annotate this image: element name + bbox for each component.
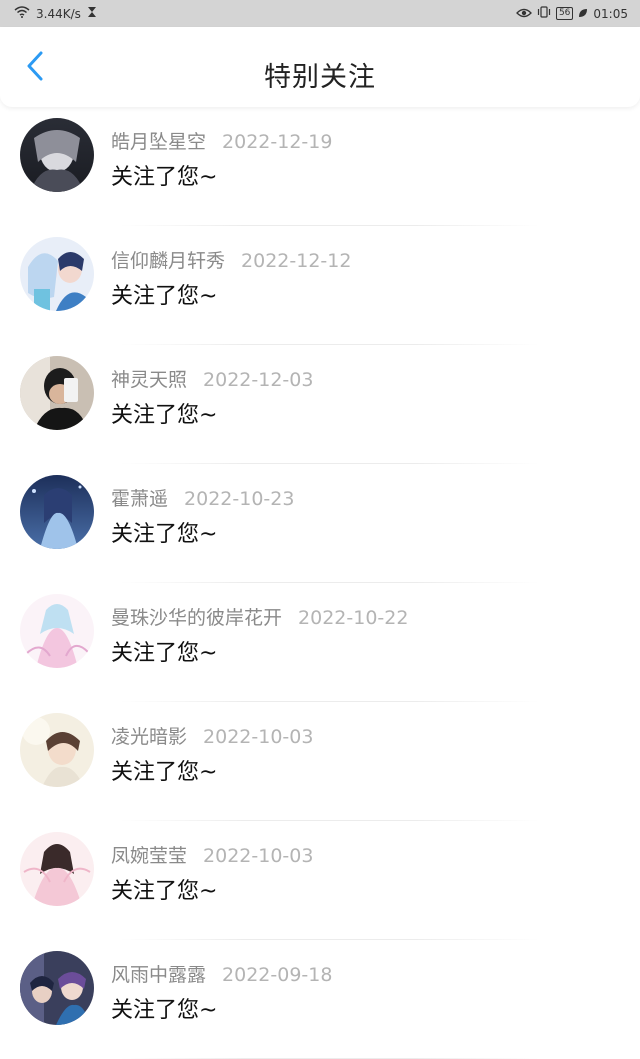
list-item[interactable]: 凤婉莹莹 2022-10-03 关注了您~: [0, 821, 640, 940]
vibrate-icon: [537, 6, 551, 21]
user-name[interactable]: 凤婉莹莹: [111, 845, 187, 867]
follow-message: 关注了您~: [111, 403, 218, 428]
follow-date: 2022-10-03: [203, 726, 314, 748]
follow-message: 关注了您~: [111, 879, 218, 904]
top-app-bar: 特别关注: [0, 27, 640, 107]
user-name[interactable]: 信仰麟月轩秀: [111, 250, 225, 272]
follow-message: 关注了您~: [111, 998, 218, 1023]
list-item[interactable]: 神灵天照 2022-12-03 关注了您~: [0, 345, 640, 464]
leaf-icon: [578, 7, 588, 21]
hourglass-icon: [87, 6, 97, 21]
list-item-name-line: 凌光暗影 2022-10-03: [111, 722, 313, 749]
avatar[interactable]: [20, 118, 94, 192]
list-item[interactable]: 信仰麟月轩秀 2022-12-12 关注了您~: [0, 226, 640, 345]
list-item-name-line: 曼珠沙华的彼岸花开 2022-10-22: [111, 603, 408, 630]
user-name[interactable]: 霍萧遥: [111, 488, 168, 510]
follow-date: 2022-12-19: [222, 131, 333, 153]
follow-date: 2022-09-18: [222, 964, 333, 986]
list-item-name-line: 信仰麟月轩秀 2022-12-12: [111, 246, 351, 273]
avatar[interactable]: [20, 832, 94, 906]
follow-message: 关注了您~: [111, 165, 218, 190]
list-item[interactable]: 风雨中露露 2022-09-18 关注了您~: [0, 940, 640, 1059]
wifi-icon: [14, 6, 30, 21]
follow-date: 2022-10-22: [298, 607, 409, 629]
follow-message: 关注了您~: [111, 641, 218, 666]
user-name[interactable]: 曼珠沙华的彼岸花开: [111, 607, 282, 629]
status-bar: 3.44K/s 56 01:05: [0, 0, 640, 27]
list-item-name-line: 皓月坠星空 2022-12-19: [111, 127, 332, 154]
follow-message: 关注了您~: [111, 522, 218, 547]
battery-level: 56: [555, 7, 574, 20]
list-item-name-line: 风雨中露露 2022-09-18: [111, 960, 332, 987]
eye-icon: [516, 7, 532, 21]
clock-time: 01:05: [593, 6, 628, 21]
user-name[interactable]: 风雨中露露: [111, 964, 206, 986]
avatar[interactable]: [20, 951, 94, 1025]
network-speed: 3.44K/s: [36, 6, 81, 21]
follow-date: 2022-10-23: [184, 488, 295, 510]
list-item-name-line: 霍萧遥 2022-10-23: [111, 484, 294, 511]
follow-date: 2022-12-03: [203, 369, 314, 391]
list-item-name-line: 凤婉莹莹 2022-10-03: [111, 841, 313, 868]
page-title: 特别关注: [264, 62, 376, 93]
user-name[interactable]: 凌光暗影: [111, 726, 187, 748]
list-item[interactable]: 凌光暗影 2022-10-03 关注了您~: [0, 702, 640, 821]
follow-date: 2022-10-03: [203, 845, 314, 867]
avatar[interactable]: [20, 713, 94, 787]
list-item-name-line: 神灵天照 2022-12-03: [111, 365, 313, 392]
avatar[interactable]: [20, 475, 94, 549]
list-item[interactable]: 曼珠沙华的彼岸花开 2022-10-22 关注了您~: [0, 583, 640, 702]
avatar[interactable]: [20, 356, 94, 430]
list-item[interactable]: 霍萧遥 2022-10-23 关注了您~: [0, 464, 640, 583]
avatar[interactable]: [20, 237, 94, 311]
follow-message: 关注了您~: [111, 284, 218, 309]
list-item[interactable]: 皓月坠星空 2022-12-19 关注了您~: [0, 107, 640, 226]
follow-list: 皓月坠星空 2022-12-19 关注了您~ 信仰麟月轩秀 2022-12-12 关…: [0, 107, 640, 1059]
follow-message: 关注了您~: [111, 760, 218, 785]
avatar[interactable]: [20, 594, 94, 668]
user-name[interactable]: 神灵天照: [111, 369, 187, 391]
user-name[interactable]: 皓月坠星空: [111, 131, 206, 153]
follow-date: 2022-12-12: [241, 250, 352, 272]
